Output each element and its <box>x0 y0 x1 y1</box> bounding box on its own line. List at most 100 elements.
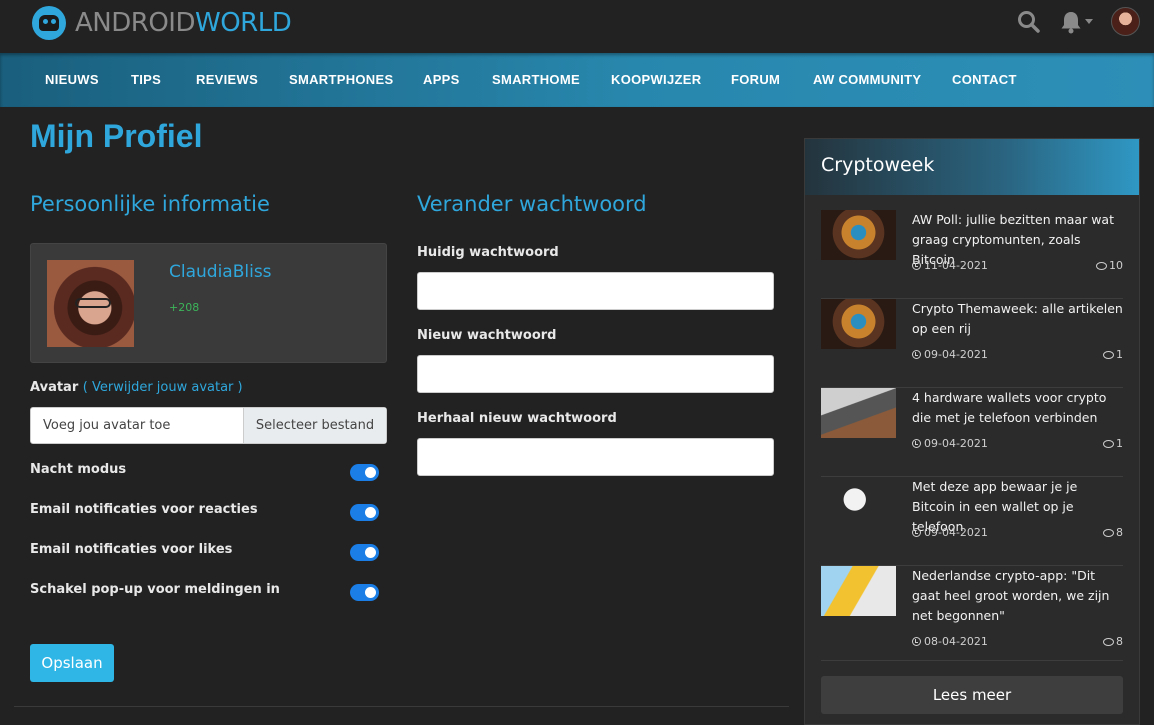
popup-notifications-toggle[interactable] <box>350 584 379 601</box>
article-thumbnail[interactable] <box>821 210 896 260</box>
article-comments: 8 <box>1103 635 1123 648</box>
article-comments: 10 <box>1096 259 1123 272</box>
top-header: ANDROIDWORLD <box>0 0 1154 53</box>
toggle-row-email-reactions: Email notificaties voor reacties <box>30 501 379 521</box>
site-logo[interactable]: ANDROIDWORLD <box>32 6 292 40</box>
list-item[interactable]: Nederlandse crypto-app: "Dit gaat heel g… <box>821 566 1123 661</box>
article-thumbnail[interactable] <box>821 388 896 438</box>
cryptoweek-sidebar: Cryptoweek AW Poll: jullie bezitten maar… <box>804 138 1140 725</box>
article-comments: 8 <box>1103 526 1123 539</box>
article-title[interactable]: Crypto Themaweek: alle artikelen op een … <box>912 299 1123 339</box>
article-comment-count: 10 <box>1109 259 1123 272</box>
toggle-label: Email notificaties voor likes <box>30 542 233 557</box>
sidebar-title: Cryptoweek <box>821 154 935 176</box>
chevron-down-icon <box>1085 19 1093 24</box>
list-item[interactable]: Crypto Themaweek: alle artikelen op een … <box>821 299 1123 388</box>
change-password-title: Verander wachtwoord <box>417 192 647 216</box>
site-logo-text: ANDROIDWORLD <box>75 6 292 40</box>
toggle-row-night-mode: Nacht modus <box>30 461 379 481</box>
toggle-label: Nacht modus <box>30 462 127 477</box>
select-file-button[interactable]: Selecteer bestand <box>243 408 386 443</box>
article-comments: 1 <box>1103 437 1123 450</box>
page-title: Mijn Profiel <box>30 118 203 154</box>
article-comments: 1 <box>1103 348 1123 361</box>
article-date-text: 09-04-2021 <box>924 348 988 361</box>
nav-item-koopwijzer[interactable]: KOOPWIJZER <box>611 53 701 107</box>
article-date-text: 09-04-2021 <box>924 437 988 450</box>
article-title[interactable]: Nederlandse crypto-app: "Dit gaat heel g… <box>912 566 1123 626</box>
comment-icon <box>1103 528 1114 537</box>
article-date-text: 11-04-2021 <box>924 259 988 272</box>
bell-icon <box>1061 11 1081 33</box>
nav-item-reviews[interactable]: REVIEWS <box>196 53 258 107</box>
repeat-password-label: Herhaal nieuw wachtwoord <box>417 411 617 426</box>
comment-icon <box>1096 261 1107 270</box>
nav-item-smarthome[interactable]: SMARTHOME <box>492 53 580 107</box>
article-date: 08-04-2021 <box>912 635 988 648</box>
article-date: 09-04-2021 <box>912 437 988 450</box>
nav-item-aw-community[interactable]: AW COMMUNITY <box>813 53 921 107</box>
email-likes-toggle[interactable] <box>350 544 379 561</box>
toggle-label: Schakel pop-up voor meldingen in <box>30 582 280 597</box>
remove-avatar-link[interactable]: ( Verwijder jouw avatar ) <box>83 380 243 395</box>
sidebar-header: Cryptoweek <box>805 139 1139 195</box>
nav-item-nieuws[interactable]: NIEUWS <box>45 53 99 107</box>
nav-item-forum[interactable]: FORUM <box>731 53 780 107</box>
avatar-file-input[interactable]: Voeg jou avatar toe Selecteer bestand <box>30 407 387 444</box>
user-avatar[interactable] <box>1111 7 1140 36</box>
article-date-text: 09-04-2021 <box>924 526 988 539</box>
clock-icon <box>912 261 921 270</box>
profile-username[interactable]: ClaudiaBliss <box>169 262 272 282</box>
new-password-label: Nieuw wachtwoord <box>417 328 557 343</box>
article-thumbnail[interactable] <box>821 566 896 616</box>
nav-item-contact[interactable]: CONTACT <box>952 53 1017 107</box>
avatar-label-text: Avatar <box>30 380 79 395</box>
list-item[interactable]: Met deze app bewaar je je Bitcoin in een… <box>821 477 1123 566</box>
read-more-button[interactable]: Lees meer <box>821 676 1123 714</box>
android-logo-icon <box>32 6 66 40</box>
new-password-input[interactable] <box>417 355 774 393</box>
article-date: 09-04-2021 <box>912 348 988 361</box>
avatar-file-placeholder[interactable]: Voeg jou avatar toe <box>31 408 243 443</box>
comment-icon <box>1103 439 1114 448</box>
nav-item-tips[interactable]: TIPS <box>131 53 161 107</box>
current-password-label: Huidig wachtwoord <box>417 245 559 260</box>
article-comment-count: 8 <box>1116 635 1123 648</box>
clock-icon <box>912 528 921 537</box>
current-password-input[interactable] <box>417 272 774 310</box>
comment-icon <box>1103 350 1114 359</box>
article-comment-count: 8 <box>1116 526 1123 539</box>
list-item[interactable]: AW Poll: jullie bezitten maar wat graag … <box>821 210 1123 299</box>
repeat-password-input[interactable] <box>417 438 774 476</box>
email-reactions-toggle[interactable] <box>350 504 379 521</box>
logo-text-android: ANDROID <box>75 8 195 38</box>
toggle-row-email-likes: Email notificaties voor likes <box>30 541 379 561</box>
article-thumbnail[interactable] <box>821 299 896 349</box>
toggle-row-popup: Schakel pop-up voor meldingen in <box>30 581 379 601</box>
nav-item-smartphones[interactable]: SMARTPHONES <box>289 53 393 107</box>
article-title[interactable]: 4 hardware wallets voor crypto die met j… <box>912 388 1123 428</box>
profile-points: +208 <box>169 301 200 314</box>
night-mode-toggle[interactable] <box>350 464 379 481</box>
profile-avatar <box>47 260 134 347</box>
toggle-label: Email notificaties voor reacties <box>30 502 258 517</box>
save-button[interactable]: Opslaan <box>30 644 114 682</box>
clock-icon <box>912 439 921 448</box>
article-date: 11-04-2021 <box>912 259 988 272</box>
avatar-label: Avatar ( Verwijder jouw avatar ) <box>30 380 243 395</box>
logo-text-world: WORLD <box>194 8 292 38</box>
profile-card: ClaudiaBliss +208 <box>30 243 387 363</box>
list-item[interactable]: 4 hardware wallets voor crypto die met j… <box>821 388 1123 477</box>
search-icon[interactable] <box>1016 9 1042 35</box>
clock-icon <box>912 350 921 359</box>
notifications-menu[interactable] <box>1060 10 1093 34</box>
article-date: 09-04-2021 <box>912 526 988 539</box>
article-date-text: 08-04-2021 <box>924 635 988 648</box>
divider <box>14 706 789 707</box>
nav-item-apps[interactable]: APPS <box>423 53 460 107</box>
article-comment-count: 1 <box>1116 348 1123 361</box>
article-comment-count: 1 <box>1116 437 1123 450</box>
main-nav: NIEUWS TIPS REVIEWS SMARTPHONES APPS SMA… <box>0 53 1154 107</box>
comment-icon <box>1103 637 1114 646</box>
article-thumbnail[interactable] <box>821 477 896 527</box>
